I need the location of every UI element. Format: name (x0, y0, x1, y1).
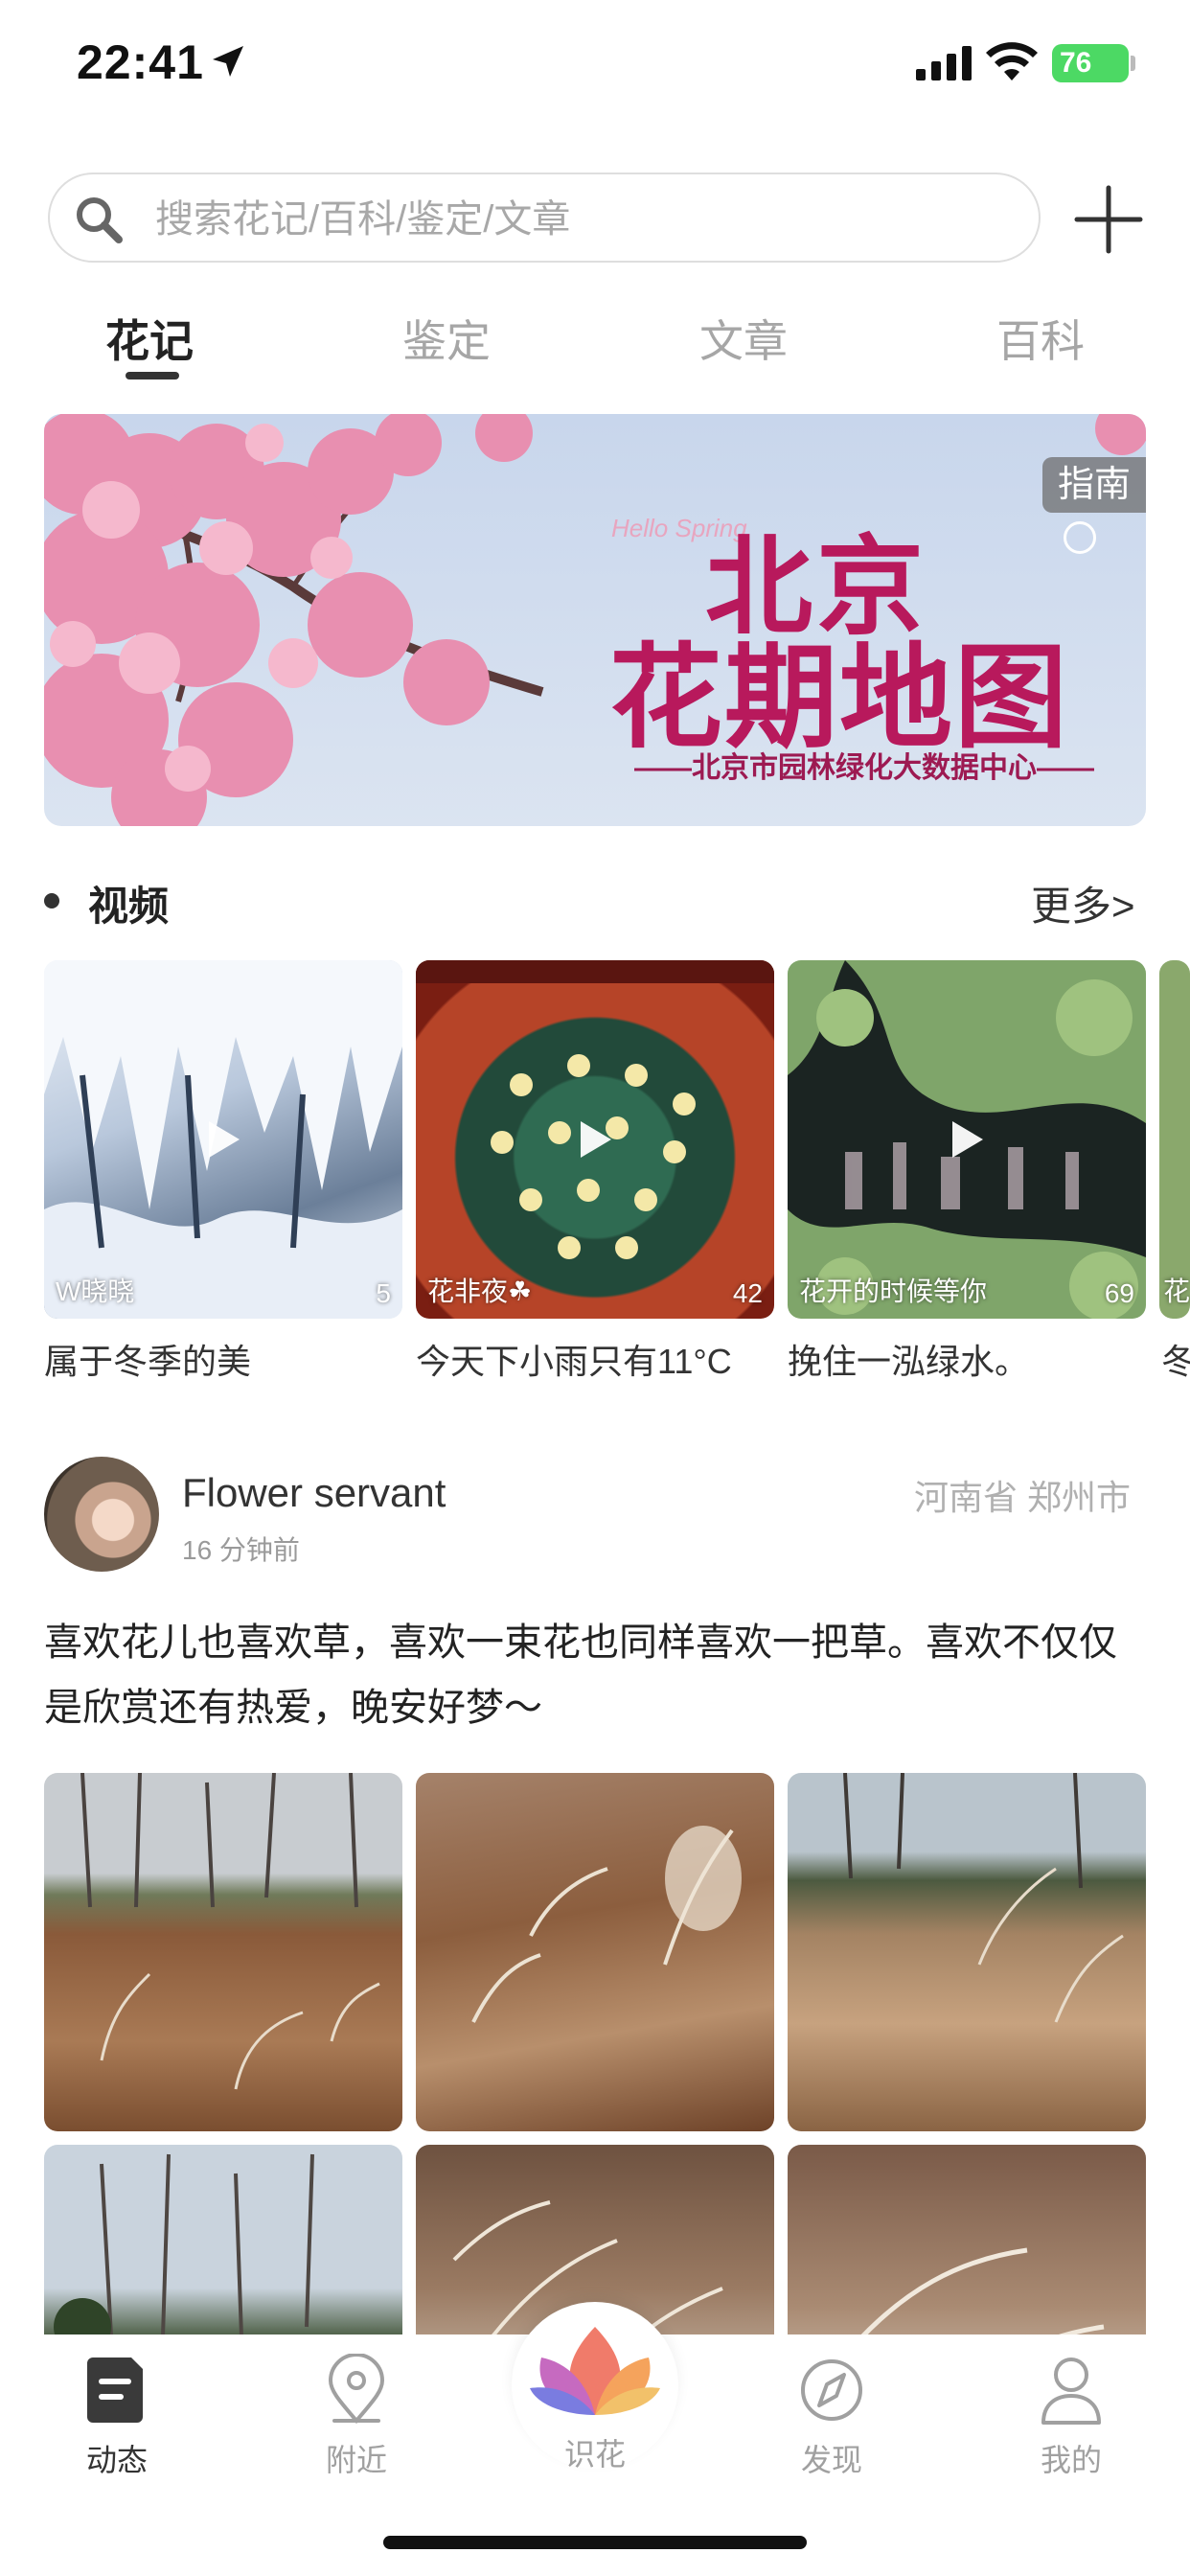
video-card[interactable]: 花非夜☘ 42 (416, 960, 774, 1319)
grass-photo (843, 1773, 1124, 2023)
tab-bar-item-discover[interactable]: 发现 (765, 2354, 899, 2480)
tab-bar-item-feed[interactable]: 动态 (50, 2354, 184, 2480)
location-arrow-icon (213, 46, 243, 77)
cherry-blossom-image (44, 414, 544, 826)
post-author-name[interactable]: Flower servant (182, 1470, 446, 1516)
battery-cap (1131, 56, 1135, 71)
tab-bar-label: 我的 (1040, 2443, 1102, 2477)
home-indicator (383, 2536, 807, 2549)
note-icon (87, 2358, 143, 2423)
video-caption: 冬 (1161, 1342, 1190, 1381)
tab-bar-item-nearby[interactable]: 附近 (289, 2354, 423, 2480)
banner-guide-tag: 指南 (1042, 457, 1146, 513)
search-icon (77, 197, 123, 243)
video-caption: 属于冬季的美 (44, 1342, 252, 1381)
video-more-link[interactable]: 更多> (1031, 874, 1135, 932)
post-timestamp: 16 分钟前 (182, 1535, 300, 1565)
lotus-icon[interactable] (528, 2319, 662, 2425)
compass-icon (801, 2359, 862, 2421)
post-photo[interactable] (788, 1773, 1146, 2131)
play-icon (581, 1121, 611, 1158)
blossom-corner-image (1095, 414, 1146, 455)
video-count: 42 (732, 1278, 763, 1308)
avatar[interactable] (44, 1457, 159, 1572)
tab-identify[interactable]: 鉴定 (351, 307, 542, 370)
carousel-indicator (1064, 521, 1096, 554)
video-caption: 今天下小雨只有11°C (416, 1342, 732, 1381)
video-author: 花非夜☘ (427, 1276, 533, 1306)
post-photo[interactable] (44, 1773, 402, 2131)
video-count: 69 (1104, 1278, 1134, 1308)
tab-bar-label: 发现 (800, 2443, 862, 2477)
user-icon (1041, 2358, 1101, 2425)
video-card-partial[interactable]: 花 (1159, 960, 1190, 1319)
video-author: 花 (1163, 1276, 1190, 1306)
active-tab-indicator (126, 372, 179, 380)
video-caption: 挽住一泓绿水。 (788, 1342, 1030, 1381)
play-icon (952, 1121, 983, 1158)
tab-encyclopedia[interactable]: 百科 (945, 307, 1136, 370)
play-icon (209, 1121, 240, 1158)
post-text[interactable]: 喜欢花儿也喜欢草，喜欢一束花也同样喜欢一把草。喜欢不仅仅是欣赏还有热爱，晚安好梦… (44, 1610, 1146, 1740)
video-count: 5 (376, 1278, 391, 1308)
wifi-icon (986, 42, 1038, 80)
cellular-signal-icon (916, 46, 972, 80)
tab-bar-label-identify[interactable]: 识花 (547, 2430, 643, 2474)
post-location: 河南省 郑州市 (914, 1478, 1132, 1517)
location-pin-icon (328, 2354, 385, 2425)
video-card[interactable]: 花开的时候等你 69 (788, 960, 1146, 1319)
grass-photo (471, 1826, 742, 2023)
status-bar: 22:41 76 (0, 0, 1190, 134)
video-card[interactable]: W晓晓 5 (44, 960, 402, 1319)
tab-bar-label: 动态 (85, 2443, 148, 2477)
tab-bar-item-profile[interactable]: 我的 (1004, 2354, 1138, 2480)
add-post-button[interactable] (1071, 182, 1146, 257)
banner-subtitle: ——北京市园林绿化大数据中心—— (634, 752, 1094, 784)
video-author: 花开的时候等你 (799, 1276, 988, 1306)
search-input[interactable]: 搜索花记/百科/鉴定/文章 (48, 172, 1041, 263)
search-placeholder: 搜索花记/百科/鉴定/文章 (155, 198, 571, 241)
video-section-title: 视频 (88, 884, 170, 929)
battery-indicator: 76 (1052, 44, 1129, 82)
status-time: 22:41 (77, 35, 204, 89)
section-bullet (44, 893, 59, 908)
video-author: W晓晓 (56, 1276, 135, 1306)
grass-photo (80, 1773, 380, 2090)
tab-flower-notes[interactable]: 花记 (54, 307, 245, 370)
tab-bar-label: 附近 (325, 2443, 387, 2477)
tab-articles[interactable]: 文章 (648, 307, 839, 370)
banner-carousel[interactable]: Hello Spring 北京 花期地图 ——北京市园林绿化大数据中心—— 指南 (44, 414, 1146, 826)
post-photo[interactable] (416, 1773, 774, 2131)
